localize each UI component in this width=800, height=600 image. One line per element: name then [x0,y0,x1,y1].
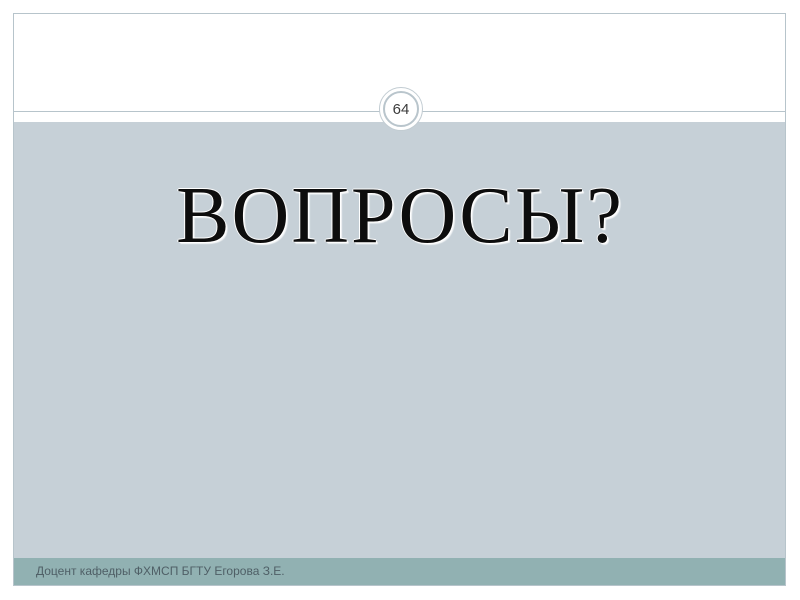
footer-text: Доцент кафедры ФХМСП БГТУ Егорова З.Е. [36,564,285,578]
slide-title: ВОПРОСЫ? [176,172,624,260]
page-number: 64 [383,91,419,127]
slide: 64 ВОПРОСЫ? Доцент кафедры ФХМСП БГТУ Ег… [0,0,800,600]
page-number-badge: 64 [379,87,423,131]
